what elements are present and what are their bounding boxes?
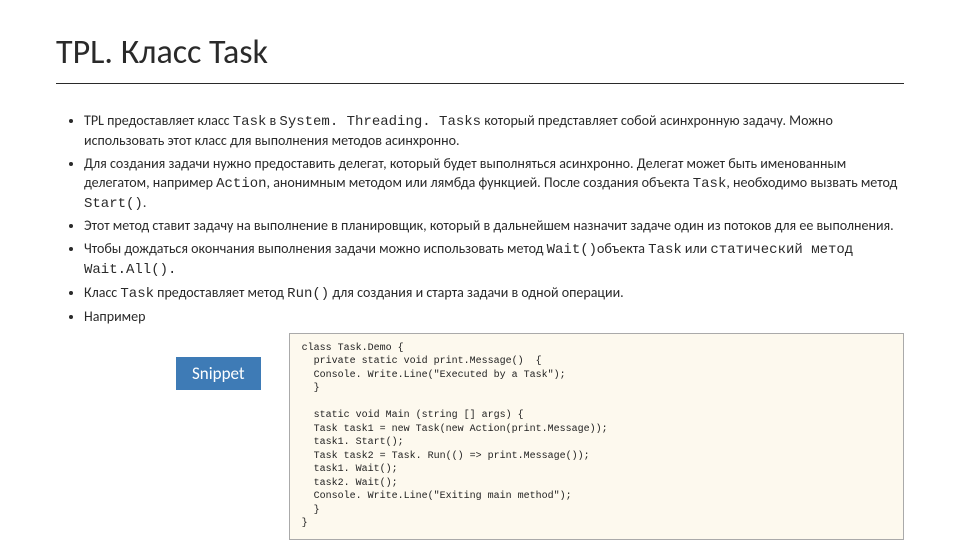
slide-title: TPL. Класс Task (56, 32, 904, 84)
code-block: class Task.Demo { private static void pr… (289, 333, 904, 540)
bullet-list: TPL предоставляет класс Task в System. T… (56, 112, 904, 327)
bullet-item: Для создания задачи нужно предоставить д… (84, 155, 904, 214)
bullet-item: Например (84, 308, 904, 327)
bullet-item: Класс Task предоставляет метод Run() для… (84, 284, 904, 304)
bullet-item: Чтобы дождаться окончания выполнения зад… (84, 240, 904, 280)
code-section: Snippet class Task.Demo { private static… (56, 333, 904, 540)
bullet-item: TPL предоставляет класс Task в System. T… (84, 112, 904, 151)
bullet-item: Этот метод ставит задачу на выполнение в… (84, 217, 904, 236)
snippet-label: Snippet (176, 357, 261, 390)
